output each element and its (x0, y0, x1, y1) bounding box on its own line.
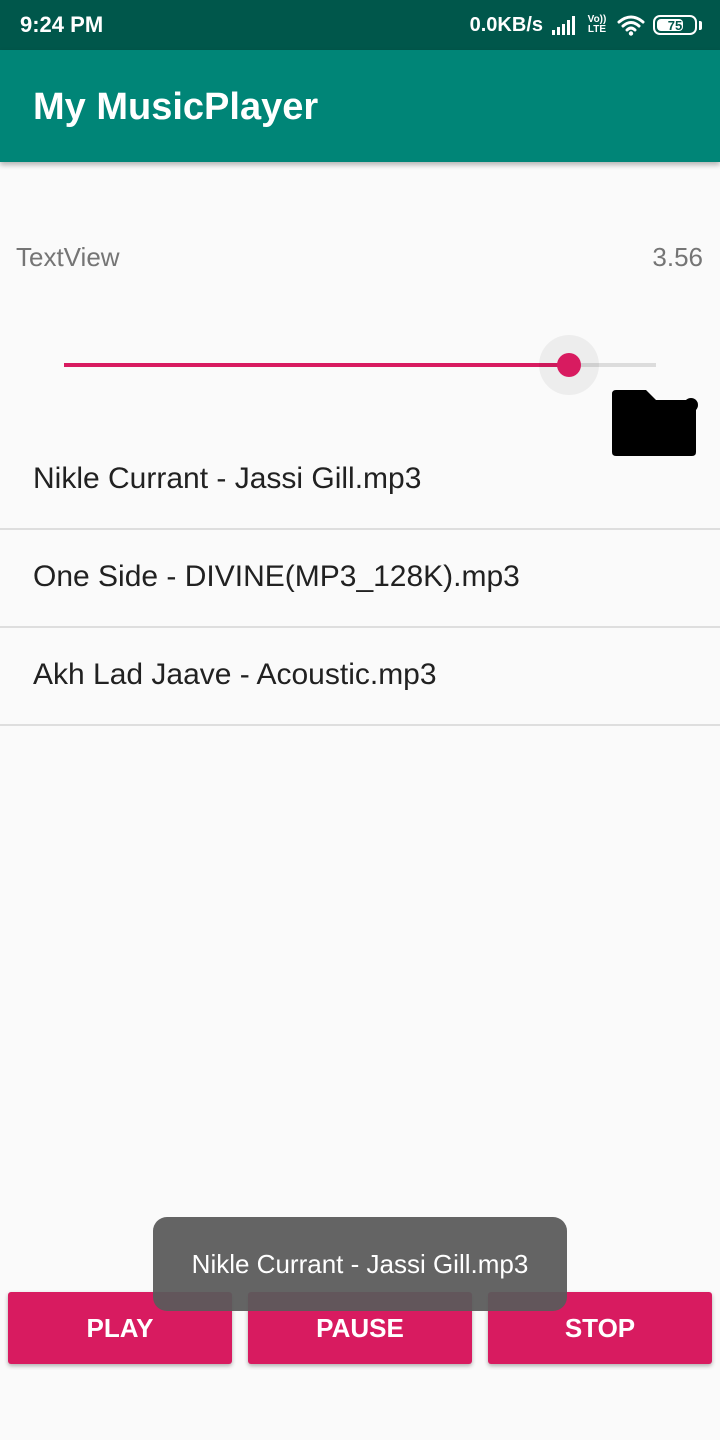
status-time: 9:24 PM (20, 12, 104, 37)
toast-text: Nikle Currant - Jassi Gill.mp3 (191, 1248, 529, 1279)
battery-tip (699, 20, 702, 30)
seek-bar[interactable] (64, 335, 656, 395)
status-bar: 9:24 PM 0.0KB/s Vo)) LTE 75 (0, 0, 720, 50)
song-title: One Side - DIVINE(MP3_128K).mp3 (33, 560, 520, 593)
song-list-item[interactable]: Nikle Currant - Jassi Gill.mp3 (0, 432, 720, 530)
song-list-item[interactable]: One Side - DIVINE(MP3_128K).mp3 (0, 530, 720, 628)
app-title: My MusicPlayer (33, 86, 319, 128)
battery-level: 75 (667, 17, 683, 33)
song-title: Nikle Currant - Jassi Gill.mp3 (33, 462, 422, 495)
track-duration: 3.56 (652, 242, 703, 272)
volte-icon: Vo)) LTE (585, 15, 609, 35)
toast-message: Nikle Currant - Jassi Gill.mp3 (153, 1217, 567, 1311)
seek-progress (64, 363, 569, 367)
app-bar: My MusicPlayer (0, 50, 720, 162)
seek-thumb[interactable] (556, 353, 581, 377)
wifi-icon (617, 15, 645, 36)
track-time-label: TextView (16, 242, 120, 272)
song-title: Akh Lad Jaave - Acoustic.mp3 (33, 658, 437, 691)
battery-icon: 75 (653, 15, 697, 35)
song-list: Nikle Currant - Jassi Gill.mp3 One Side … (0, 432, 720, 726)
status-icons: 0.0KB/s Vo)) LTE 75 (470, 10, 702, 40)
song-list-item[interactable]: Akh Lad Jaave - Acoustic.mp3 (0, 628, 720, 726)
signal-icon (552, 16, 575, 35)
network-speed: 0.0KB/s (469, 13, 543, 36)
volte-bottom-label: LTE (587, 24, 607, 35)
